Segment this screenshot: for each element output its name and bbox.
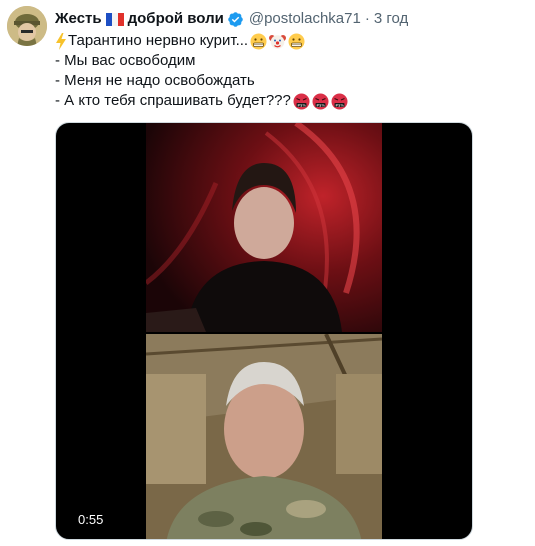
svg-text:#$%: #$% [316,103,325,107]
symbols-on-mouth-emoji-icon: #$% [293,93,310,109]
tweet[interactable]: Жесть доброй воли @postolachka71 · 3 год… [0,0,535,546]
symbols-on-mouth-emoji-icon: #$% [331,93,348,109]
symbols-on-mouth-emoji-icon: #$% [312,93,329,109]
tweet-line-3: - Меня не надо освобождать [55,72,255,89]
tweet-line-1: Тарантино нервно курит... [55,31,348,51]
video-duration: 0:55 [74,510,108,530]
video-frame-bottom [146,334,382,539]
svg-text:#$%: #$% [297,103,306,107]
grimacing-face-emoji-icon [250,33,267,49]
tweet-time[interactable]: 3 год [374,9,408,29]
tweet-line-2: - Мы вас освободим [55,52,196,69]
author-avatar[interactable] [7,6,47,46]
author-name[interactable]: Жесть доброй воли [55,9,224,29]
clown-face-emoji-icon [269,34,287,49]
tweet-header: Жесть доброй воли @postolachka71 · 3 год [55,9,408,29]
verified-badge-icon [228,11,243,27]
tweet-text: Тарантино нервно курит... - Мы вас освоб… [55,31,348,111]
video-player[interactable]: 0:55 [55,122,473,540]
france-flag-icon [105,12,124,26]
grimacing-face-emoji-icon [288,33,305,49]
video-frame-top [146,123,382,332]
tweet-line-4: - А кто тебя спрашивать будет??? #$% #$%… [55,91,348,111]
svg-text:#$%: #$% [335,103,344,107]
separator-dot: · [364,10,370,27]
high-voltage-emoji-icon [56,32,66,50]
author-handle[interactable]: @postolachka71 [249,9,361,29]
